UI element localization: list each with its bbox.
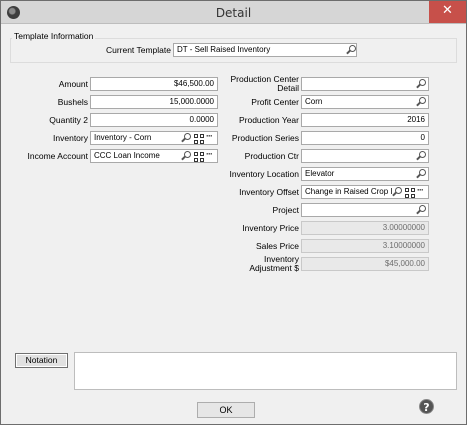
quantity2-field[interactable]: 0.0000 <box>90 113 218 127</box>
notation-textarea[interactable] <box>74 352 457 390</box>
inventory-field[interactable]: Inventory - Corn ··· <box>90 131 218 145</box>
search-icon[interactable] <box>416 97 426 107</box>
search-icon[interactable] <box>346 45 356 55</box>
bushels-label: Bushels <box>57 97 88 107</box>
search-icon[interactable] <box>416 79 426 89</box>
project-field[interactable] <box>301 203 429 217</box>
search-icon[interactable] <box>181 151 191 161</box>
search-icon[interactable] <box>416 151 426 161</box>
sales-price-label: Sales Price <box>256 241 299 251</box>
profit-center-label: Profit Center <box>251 97 299 107</box>
search-icon[interactable] <box>392 187 402 197</box>
current-template-field[interactable]: DT - Sell Raised Inventory <box>173 43 357 57</box>
inventory-location-field[interactable]: Elevator <box>301 167 429 181</box>
project-label: Project <box>272 205 299 215</box>
production-year-field[interactable]: 2016 <box>301 113 429 127</box>
production-series-field[interactable]: 0 <box>301 131 429 145</box>
production-ctr-label: Production Ctr <box>244 151 299 161</box>
inventory-label: Inventory <box>53 133 88 143</box>
grid-icon[interactable] <box>194 134 204 144</box>
inventory-price-label: Inventory Price <box>242 223 299 233</box>
template-information-legend: Template Information <box>12 31 96 41</box>
profit-center-field[interactable]: Corn <box>301 95 429 109</box>
amount-label: Amount <box>58 79 88 89</box>
ok-button[interactable]: OK <box>197 402 255 418</box>
production-ctr-field[interactable] <box>301 149 429 163</box>
detail-window: Detail ✕ Template Information Current Te… <box>0 0 467 425</box>
production-center-detail-label-line2: Detail <box>277 83 299 93</box>
income-account-label: Income Account <box>27 151 88 161</box>
inventory-offset-field[interactable]: Change in Raised Crop I ··· <box>301 185 429 199</box>
production-center-detail-field[interactable] <box>301 77 429 91</box>
inventory-adjustment-label-line2: Adjustment $ <box>249 263 299 273</box>
close-icon[interactable]: ✕ <box>429 1 466 23</box>
inventory-price-field: 3.00000000 <box>301 221 429 235</box>
window-title: Detail <box>215 6 252 20</box>
current-template-label: Current Template <box>105 45 171 55</box>
help-icon[interactable]: ? <box>419 399 434 414</box>
notation-button[interactable]: Notation <box>15 353 68 368</box>
amount-field[interactable]: $46,500.00 <box>90 77 218 91</box>
grid-icon[interactable] <box>194 152 204 162</box>
income-account-field[interactable]: CCC Loan Income ··· <box>90 149 218 163</box>
sales-price-field: 3.10000000 <box>301 239 429 253</box>
quantity2-label: Quantity 2 <box>49 115 88 125</box>
inventory-offset-label: Inventory Offset <box>239 187 299 197</box>
title-bar: Detail ✕ <box>1 1 466 24</box>
search-icon[interactable] <box>416 205 426 215</box>
inventory-location-label: Inventory Location <box>229 169 299 179</box>
production-year-label: Production Year <box>238 115 299 125</box>
bushels-field[interactable]: 15,000.0000 <box>90 95 218 109</box>
ellipsis-icon[interactable]: ··· <box>417 186 427 197</box>
grid-icon[interactable] <box>405 188 415 198</box>
search-icon[interactable] <box>181 133 191 143</box>
inventory-adjustment-field: $45,000.00 <box>301 257 429 271</box>
production-series-label: Production Series <box>231 133 299 143</box>
search-icon[interactable] <box>416 169 426 179</box>
